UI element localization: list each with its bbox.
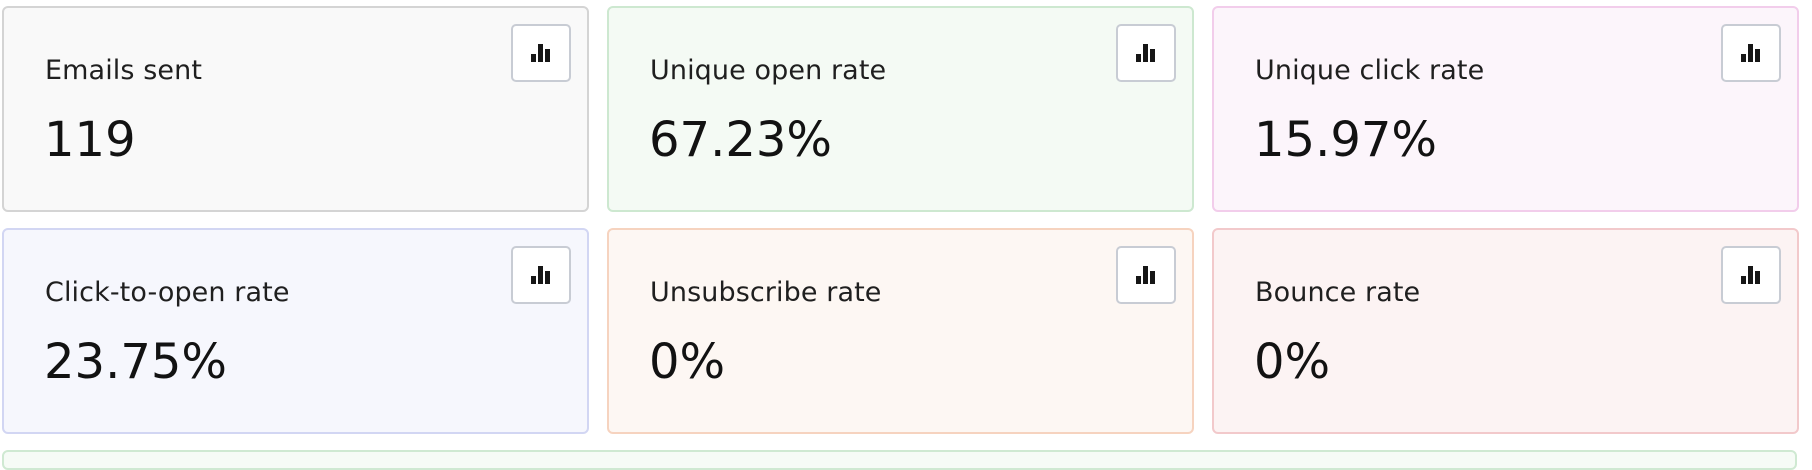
metric-card-unique-click-rate: Unique click rate 15.97% [1212,6,1799,212]
view-chart-button[interactable] [511,246,571,304]
metric-value: 0% [649,334,726,390]
metric-label: Unique open rate [650,55,887,86]
metric-card-bounce-rate: Bounce rate 0% [1212,228,1799,434]
view-chart-button[interactable] [1116,246,1176,304]
bar-chart-icon [531,266,550,284]
bar-chart-icon [1136,266,1155,284]
metric-label: Bounce rate [1255,277,1421,308]
metric-card-unsubscribe-rate: Unsubscribe rate 0% [607,228,1194,434]
bar-chart-icon [1741,44,1760,62]
next-row-card-edge [2,450,1797,470]
metric-label: Unique click rate [1255,55,1485,86]
metric-label: Click-to-open rate [45,277,290,308]
metric-card-unique-open-rate: Unique open rate 67.23% [607,6,1194,212]
view-chart-button[interactable] [1721,246,1781,304]
metric-value: 0% [1254,334,1331,390]
metrics-grid: Emails sent 119 Unique open rate 67.23% … [2,6,1799,434]
metric-value: 23.75% [44,334,228,390]
bar-chart-icon [1741,266,1760,284]
metric-label: Unsubscribe rate [650,277,882,308]
bar-chart-icon [531,44,550,62]
metric-label: Emails sent [45,55,203,86]
view-chart-button[interactable] [511,24,571,82]
metric-card-click-to-open-rate: Click-to-open rate 23.75% [2,228,589,434]
view-chart-button[interactable] [1116,24,1176,82]
metric-value: 119 [44,112,136,168]
metric-card-emails-sent: Emails sent 119 [2,6,589,212]
bar-chart-icon [1136,44,1155,62]
metric-value: 15.97% [1254,112,1438,168]
metric-value: 67.23% [649,112,833,168]
view-chart-button[interactable] [1721,24,1781,82]
